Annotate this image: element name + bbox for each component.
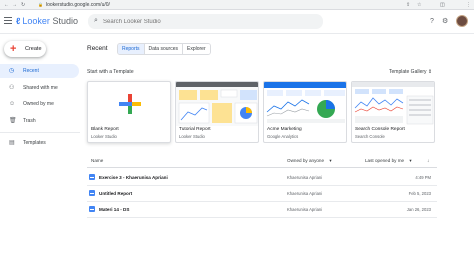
sidebar-item-label: Recent bbox=[23, 68, 39, 74]
owner-filter-label: Owned by anyone bbox=[287, 158, 325, 163]
dropdown-arrow-icon: ▾ bbox=[329, 158, 332, 163]
report-owner: Khaerunisa Apriani bbox=[287, 191, 323, 196]
card-subtitle: Search Console bbox=[355, 134, 385, 139]
bookmark-icon[interactable]: ☆ bbox=[417, 2, 421, 8]
dropdown-arrow-icon: ▾ bbox=[409, 158, 412, 163]
report-name: Untitled Report bbox=[99, 191, 133, 196]
create-label: Create bbox=[25, 46, 42, 52]
reports-table-header: Name Owned by anyone ▾ Last opened by me… bbox=[87, 156, 437, 167]
sidebar-item-templates[interactable]: ▤ Templates bbox=[0, 136, 79, 150]
sidebar-item-shared[interactable]: ⚇ Shared with me bbox=[0, 81, 79, 95]
table-header-divider bbox=[87, 167, 437, 168]
sidebar-item-recent[interactable]: ◷ Recent bbox=[0, 64, 79, 78]
search-console-preview-image bbox=[352, 82, 434, 126]
templates-heading: Start with a Template bbox=[87, 69, 134, 75]
tab-data-sources[interactable]: Data sources bbox=[144, 44, 183, 54]
page-title: Recent bbox=[87, 45, 108, 52]
report-last-opened: Feb 5, 2023 bbox=[408, 191, 431, 196]
report-icon bbox=[89, 174, 95, 180]
search-input[interactable] bbox=[103, 16, 303, 27]
browser-toolbar: ← → ↻ 🔒 lookerstudio.google.com/u/0/ ⇪ ☆ … bbox=[0, 0, 474, 10]
card-subtitle: Google Analytics bbox=[267, 134, 299, 139]
report-name: Exercise 3 - Khaerunisa Apriani bbox=[99, 175, 168, 180]
template-gallery-button[interactable]: Template Gallery ⇕ bbox=[389, 69, 432, 76]
owner-filter-dropdown[interactable]: Owned by anyone ▾ bbox=[287, 157, 332, 164]
date-filter-label: Last opened by me bbox=[365, 158, 405, 163]
tutorial-thumbnail bbox=[176, 82, 258, 126]
template-gallery-label: Template Gallery bbox=[389, 69, 427, 75]
tutorial-preview-image bbox=[176, 82, 258, 126]
report-icon bbox=[89, 190, 95, 196]
card-title: Tutorial Report bbox=[179, 127, 211, 132]
sort-arrow-icon[interactable]: ↓ bbox=[427, 157, 429, 164]
sidebar-item-label: Templates bbox=[23, 140, 46, 146]
sidebar-item-trash[interactable]: 🗑 Trash bbox=[0, 114, 79, 128]
unfold-icon: ⇕ bbox=[427, 69, 433, 75]
forward-icon[interactable]: → bbox=[12, 2, 17, 8]
template-card-search-console[interactable]: Search Console Report Search Console bbox=[351, 81, 435, 143]
back-icon[interactable]: ← bbox=[4, 2, 9, 8]
card-subtitle: Looker Studio bbox=[179, 134, 205, 139]
account-avatar[interactable] bbox=[456, 15, 468, 27]
column-header-name[interactable]: Name bbox=[91, 157, 103, 164]
card-title: Blank Report bbox=[91, 127, 119, 132]
app-header: ℓLooker Studio ⌕ ? ⚙ bbox=[0, 10, 474, 34]
tab-reports[interactable]: Reports bbox=[118, 44, 145, 54]
report-icon bbox=[89, 206, 95, 212]
table-row[interactable]: Exercise 3 - Khaerunisa Apriani Khaeruni… bbox=[87, 170, 437, 186]
report-name: Materi 14 - DS bbox=[99, 207, 130, 212]
browser-menu-icon[interactable]: ⋮ bbox=[466, 2, 471, 8]
card-subtitle: Looker Studio bbox=[91, 134, 117, 139]
report-last-opened: Jan 26, 2023 bbox=[406, 207, 431, 212]
share-icon[interactable]: ⇪ bbox=[406, 2, 410, 8]
acme-thumbnail bbox=[264, 82, 346, 126]
date-filter-dropdown[interactable]: Last opened by me ▾ bbox=[365, 157, 412, 164]
hamburger-menu-icon[interactable] bbox=[4, 17, 12, 24]
templates-icon: ▤ bbox=[9, 140, 15, 146]
card-title: Search Console Report bbox=[355, 127, 405, 132]
sidebar-item-owned[interactable]: ☺ Owned by me bbox=[0, 97, 79, 111]
sidebar-divider bbox=[0, 132, 80, 133]
search-icon: ⌕ bbox=[94, 17, 98, 24]
blank-report-thumbnail bbox=[88, 82, 170, 126]
trash-icon: 🗑 bbox=[9, 118, 17, 124]
acme-preview-image bbox=[264, 82, 346, 126]
colorful-plus-icon bbox=[119, 94, 141, 114]
template-card-acme[interactable]: Acme Marketing Google Analytics bbox=[263, 81, 347, 143]
settings-gear-icon[interactable]: ⚙ bbox=[442, 18, 448, 26]
sidebar-item-label: Owned by me bbox=[23, 101, 54, 107]
logo-text-looker: Looker bbox=[22, 16, 50, 26]
create-button[interactable]: + Create bbox=[4, 41, 46, 57]
table-row[interactable]: Materi 14 - DS Khaerunisa Apriani Jan 26… bbox=[87, 202, 437, 218]
search-box[interactable]: ⌕ bbox=[88, 14, 323, 29]
main-content: Recent Reports Data sources Explorer Sta… bbox=[80, 35, 474, 253]
sidebar-item-label: Trash bbox=[23, 118, 36, 124]
person-icon: ☺ bbox=[9, 101, 16, 107]
logo-text-studio: Studio bbox=[52, 16, 78, 26]
app-logo[interactable]: ℓ Looker Studio bbox=[16, 15, 78, 27]
report-owner: Khaerunisa Apriani bbox=[287, 207, 323, 212]
url-text: lookerstudio.google.com/u/0/ bbox=[45, 2, 110, 8]
address-bar[interactable]: 🔒 lookerstudio.google.com/u/0/ bbox=[38, 1, 110, 8]
tab-explorer[interactable]: Explorer bbox=[182, 44, 210, 54]
report-last-opened: 4:49 PM bbox=[415, 175, 431, 180]
table-row[interactable]: Untitled Report Khaerunisa Apriani Feb 5… bbox=[87, 186, 437, 202]
reload-icon[interactable]: ↻ bbox=[21, 2, 25, 8]
lock-icon: 🔒 bbox=[38, 2, 43, 7]
report-owner: Khaerunisa Apriani bbox=[287, 175, 323, 180]
template-card-tutorial[interactable]: Tutorial Report Looker Studio bbox=[175, 81, 259, 143]
card-title: Acme Marketing bbox=[267, 127, 302, 132]
people-icon: ⚇ bbox=[9, 85, 15, 91]
sidebar-item-label: Shared with me bbox=[23, 85, 58, 91]
search-console-thumbnail bbox=[352, 82, 434, 126]
looker-logo-icon: ℓ bbox=[16, 16, 21, 26]
content-tabs: Reports Data sources Explorer bbox=[117, 43, 211, 55]
clock-icon: ◷ bbox=[9, 68, 15, 74]
plus-icon: + bbox=[10, 43, 17, 55]
extensions-icon[interactable]: ◫ bbox=[440, 2, 445, 8]
template-card-blank[interactable]: Blank Report Looker Studio bbox=[87, 81, 171, 143]
help-icon[interactable]: ? bbox=[430, 18, 434, 26]
sidebar: + Create ◷ Recent ⚇ Shared with me ☺ Own… bbox=[0, 35, 80, 253]
